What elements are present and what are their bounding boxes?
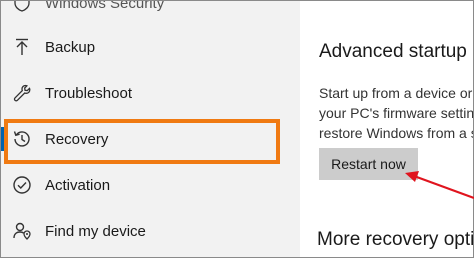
settings-window: Windows Security Backup Troubleshoot Rec… — [0, 0, 474, 258]
section-description-line: your PC's firmware setting — [319, 105, 473, 121]
wrench-icon — [11, 82, 33, 104]
section-description-line: restore Windows from a s — [319, 125, 473, 141]
sidebar: Windows Security Backup Troubleshoot Rec… — [1, 1, 300, 257]
shield-icon — [11, 1, 33, 14]
checkmark-circle-icon — [11, 174, 33, 196]
sidebar-item-label: Find my device — [45, 222, 146, 240]
sidebar-item-label: Activation — [45, 176, 111, 194]
sidebar-item-label: Troubleshoot — [45, 84, 132, 102]
sidebar-item-backup[interactable]: Backup — [1, 27, 300, 67]
sidebar-item-find-my-device[interactable]: Find my device — [1, 211, 300, 251]
person-location-icon — [11, 220, 33, 242]
sidebar-item-activation[interactable]: Activation — [1, 165, 300, 205]
section-title-advanced-startup: Advanced startup — [319, 41, 467, 62]
sidebar-item-troubleshoot[interactable]: Troubleshoot — [1, 73, 300, 113]
annotation-highlight-box — [4, 119, 280, 164]
sidebar-item-windows-security[interactable]: Windows Security — [1, 0, 300, 23]
restart-now-button[interactable]: Restart now — [319, 148, 418, 180]
backup-arrow-icon — [11, 36, 33, 58]
sidebar-item-label: Backup — [45, 38, 96, 56]
main-content: Advanced startup Start up from a device … — [300, 1, 473, 257]
sidebar-item-label: Windows Security — [45, 0, 165, 12]
section-description-line: Start up from a device or — [319, 85, 473, 101]
section-title-more-recovery-options: More recovery opti — [317, 229, 473, 250]
